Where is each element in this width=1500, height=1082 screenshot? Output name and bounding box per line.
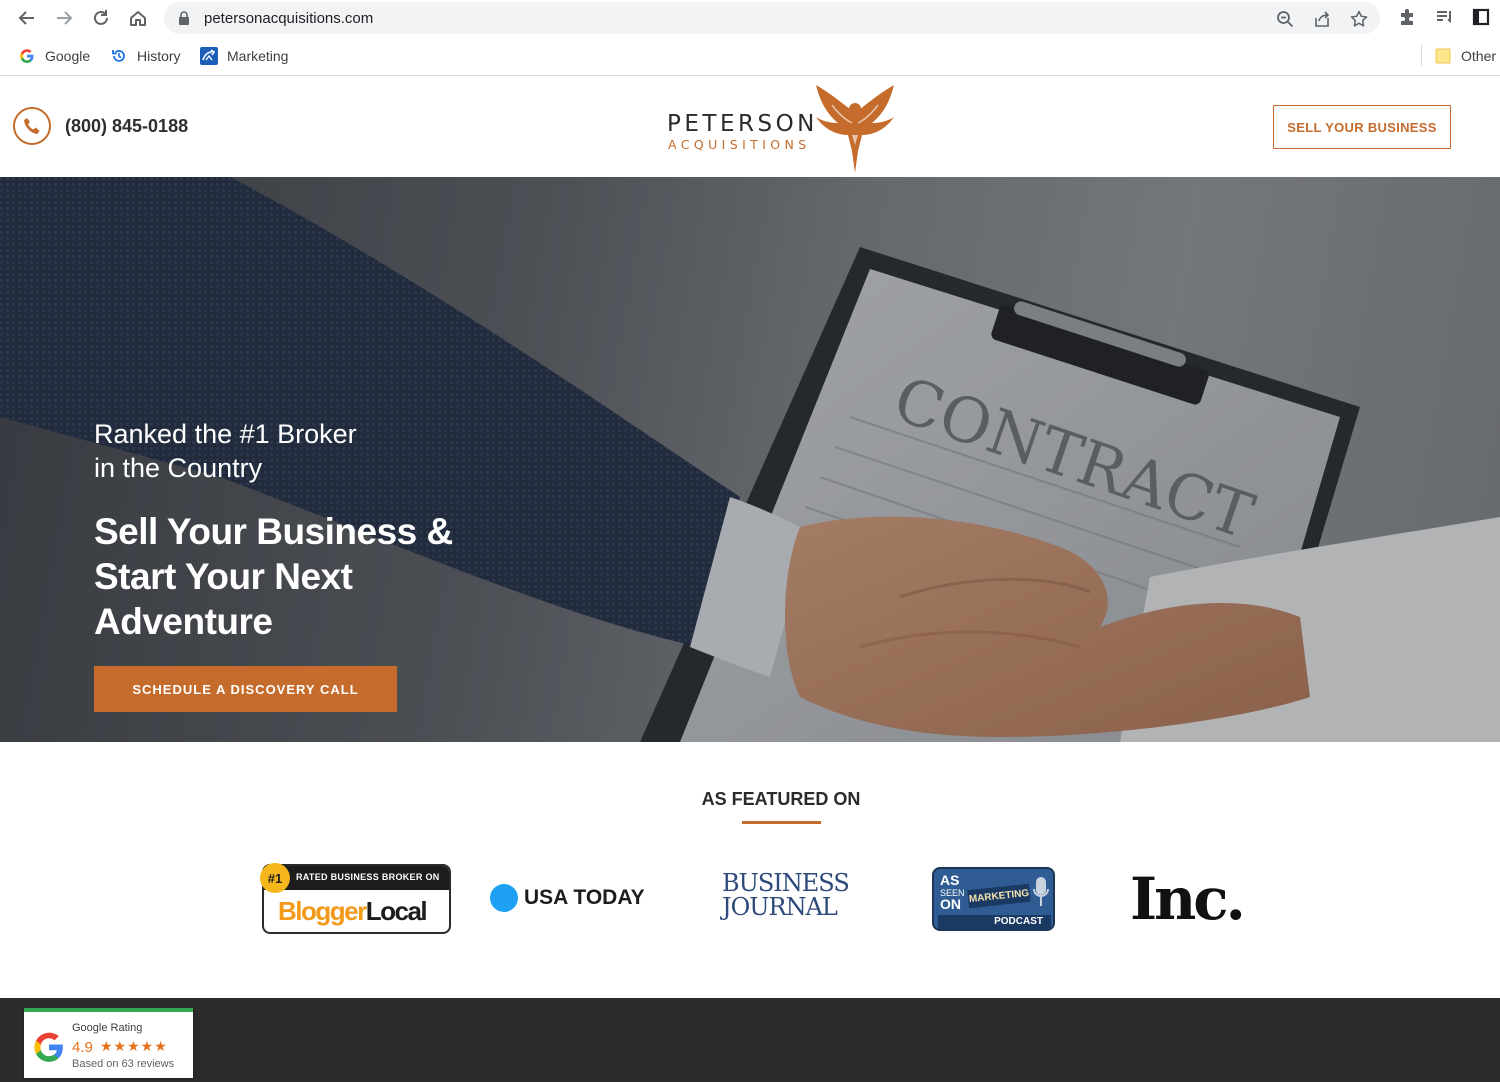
forward-arrow-icon xyxy=(57,11,73,25)
business-journal-line: JOURNAL xyxy=(722,893,838,921)
footer-band xyxy=(0,998,1500,1082)
google-g-icon xyxy=(34,1032,63,1062)
as-seen-show-name: MARKETING xyxy=(967,883,1031,909)
microphone-icon xyxy=(1033,877,1049,906)
extensions-puzzle-icon[interactable] xyxy=(1396,6,1418,28)
hero-section: CONTRACT Ranked the #1 Broker in the Cou… xyxy=(0,177,1500,742)
hero-heading-line: Sell Your Business & xyxy=(94,511,453,552)
other-bookmarks[interactable]: Other xyxy=(1434,46,1496,66)
bloggerlocal-word-a: Blogger xyxy=(278,896,367,926)
number-one-badge: #1 xyxy=(260,863,290,893)
bookmark-marketing[interactable]: Marketing xyxy=(200,46,288,66)
hero-tagline-line: Ranked the #1 Broker xyxy=(94,419,357,449)
url-text[interactable]: petersonacquisitions.com xyxy=(204,10,373,27)
inc-logo[interactable]: Inc. xyxy=(1130,870,1246,928)
hero-tagline-line: in the Country xyxy=(94,453,263,483)
bloggerlocal-word-b: Local xyxy=(365,896,428,926)
as-seen-as: AS xyxy=(940,872,960,888)
reload-icon xyxy=(94,10,108,25)
bookmarks-divider xyxy=(1421,44,1422,66)
hero-heading-line: Start Your Next xyxy=(94,556,353,597)
schedule-discovery-call-button[interactable]: SCHEDULE A DISCOVERY CALL xyxy=(94,666,397,712)
bloggerlocal-banner: RATED BUSINESS BROKER ON xyxy=(264,866,449,890)
phoenix-logo-icon xyxy=(816,85,894,173)
forward-button[interactable] xyxy=(50,4,78,32)
back-button[interactable] xyxy=(13,4,41,32)
home-button[interactable] xyxy=(124,4,152,32)
bookmark-label: History xyxy=(137,48,181,64)
google-icon xyxy=(18,47,36,65)
home-icon xyxy=(130,11,146,26)
as-seen-on: ON xyxy=(940,896,961,912)
side-panel-icon[interactable] xyxy=(1470,6,1492,28)
bookmark-label: Google xyxy=(45,48,91,64)
featured-on-section: AS FEATURED ON RATED BUSINESS BROKER ON … xyxy=(0,742,1500,998)
usa-today-logo[interactable]: USA TODAY xyxy=(490,882,645,914)
bookmark-label: Marketing xyxy=(227,48,289,64)
as-seen-podcast: PODCAST xyxy=(938,915,1051,929)
sell-your-business-button[interactable]: SELL YOUR BUSINESS xyxy=(1273,105,1451,149)
lock-icon[interactable] xyxy=(178,11,190,25)
phone-number-link[interactable]: (800) 845-0188 xyxy=(65,116,188,137)
reload-button[interactable] xyxy=(87,4,115,32)
google-rating-title: Google Rating xyxy=(72,1022,143,1034)
as-seen-on-podcast-logo[interactable]: AS SEEN ON MARKETING PODCAST xyxy=(932,867,1055,931)
hero-tagline: Ranked the #1 Broker in the Country xyxy=(94,417,357,485)
featured-divider xyxy=(742,821,821,824)
bloggerlocal-wordmark: BloggerLocal xyxy=(278,896,428,927)
back-arrow-icon xyxy=(18,11,34,25)
google-review-count: Based on 63 reviews xyxy=(72,1058,175,1070)
bookmarks-bar: Google History Marketing Other xyxy=(0,36,1500,76)
bookmark-google[interactable]: Google xyxy=(18,46,90,66)
bloggerlocal-logo[interactable]: RATED BUSINESS BROKER ON #1 BloggerLocal xyxy=(260,863,451,934)
logo-wordmark: PETERSON xyxy=(667,111,818,137)
site-header: (800) 845-0188 PETERSON ACQUISITIONS SEL… xyxy=(0,77,1500,177)
rating-stars: ★★★★★ xyxy=(100,1038,168,1054)
business-journal-logo[interactable]: BUSINESS JOURNAL xyxy=(722,869,850,929)
hero-heading-line: Adventure xyxy=(94,601,273,642)
zoom-icon[interactable] xyxy=(1274,8,1296,30)
other-bookmarks-label: Other xyxy=(1461,48,1497,64)
address-bar[interactable]: petersonacquisitions.com xyxy=(164,2,1380,34)
usa-today-wordmark: USA TODAY xyxy=(524,886,645,909)
share-icon[interactable] xyxy=(1311,8,1333,30)
marketing-icon xyxy=(200,47,218,65)
folder-icon xyxy=(1434,47,1452,65)
site-logo[interactable]: PETERSON ACQUISITIONS xyxy=(664,81,904,177)
browser-toolbar: petersonacquisitions.com xyxy=(0,0,1500,36)
phone-icon[interactable] xyxy=(13,107,51,145)
reading-list-icon[interactable] xyxy=(1433,6,1455,28)
usa-today-dot-icon xyxy=(490,884,518,912)
hero-heading: Sell Your Business & Start Your Next Adv… xyxy=(94,509,453,644)
bloggerlocal-rated-text: RATED BUSINESS BROKER ON xyxy=(296,872,440,882)
featured-heading: AS FEATURED ON xyxy=(701,789,861,809)
bookmark-history[interactable]: History xyxy=(110,46,181,66)
history-icon xyxy=(110,47,128,65)
bookmark-star-icon[interactable] xyxy=(1348,8,1370,30)
google-rating-badge[interactable]: Google Rating 4.9 ★★★★★ Based on 63 revi… xyxy=(24,1008,193,1078)
google-rating-score: 4.9 xyxy=(72,1039,93,1056)
logo-subtitle: ACQUISITIONS xyxy=(668,137,811,152)
